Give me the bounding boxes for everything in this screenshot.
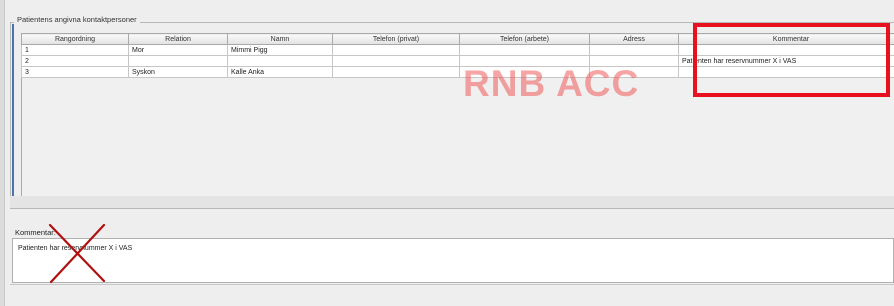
cross-mark-icon — [48, 223, 106, 284]
highlight-box — [693, 23, 890, 97]
column-header-relation[interactable]: Relation — [128, 33, 228, 45]
watermark: RNB ACC — [463, 63, 640, 104]
cell-relation[interactable]: Syskon — [128, 66, 228, 78]
cell-telefon-arbete[interactable] — [459, 44, 590, 56]
cell-namn[interactable]: Mimmi Pigg — [227, 44, 333, 56]
kommentar-textarea[interactable] — [12, 238, 894, 283]
cell-rangordning[interactable]: 3 — [21, 66, 129, 78]
footer-divider — [10, 284, 894, 285]
cell-telefon-privat[interactable] — [332, 44, 460, 56]
cell-telefon-privat[interactable] — [332, 55, 460, 67]
cell-relation[interactable]: Mor — [128, 44, 228, 56]
column-header-rangordning[interactable]: Rangordning — [21, 33, 129, 45]
window-left-edge — [0, 0, 5, 306]
cell-adress[interactable] — [589, 44, 679, 56]
cell-rangordning[interactable]: 2 — [21, 55, 129, 67]
focus-edge — [12, 24, 14, 206]
column-header-adress[interactable]: Adress — [589, 33, 679, 45]
cell-namn[interactable]: Kalle Anka — [227, 66, 333, 78]
cell-telefon-privat[interactable] — [332, 66, 460, 78]
cell-rangordning[interactable]: 1 — [21, 44, 129, 56]
contacts-group-title: Patientens angivna kontaktpersoner — [14, 15, 140, 24]
column-header-namn[interactable]: Namn — [227, 33, 333, 45]
cell-relation[interactable] — [128, 55, 228, 67]
column-header-telefon-privat[interactable]: Telefon (privat) — [332, 33, 460, 45]
column-header-telefon-arbete[interactable]: Telefon (arbete) — [459, 33, 590, 45]
cell-namn[interactable] — [227, 55, 333, 67]
table-bottom-strip — [10, 196, 894, 209]
